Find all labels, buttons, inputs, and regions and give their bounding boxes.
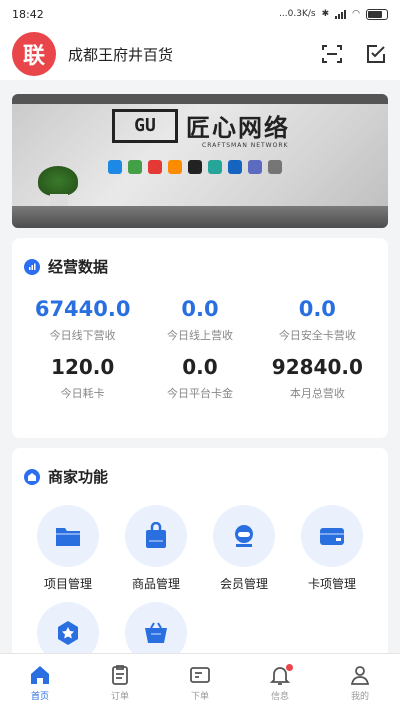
banner-floor	[12, 206, 388, 228]
app-header: 联 成都王府井百货	[0, 28, 400, 80]
tab-profile[interactable]: 我的	[320, 654, 400, 711]
stat-value: 0.0	[298, 297, 336, 321]
tab-label: 下单	[190, 691, 209, 702]
member-icon	[213, 505, 275, 567]
wifi-icon: ◠	[352, 9, 360, 19]
stat-value: 67440.0	[34, 297, 131, 321]
tab-orders[interactable]: 订单	[80, 654, 160, 711]
tab-home[interactable]: 首页	[0, 654, 80, 711]
banner-title: 匠心网络	[186, 114, 290, 142]
func-card-management[interactable]: 卡项管理	[288, 505, 376, 592]
func-member-management[interactable]: 会员管理	[200, 505, 288, 592]
stat-label: 今日线上营收	[166, 329, 233, 342]
bottom-tabbar: 首页 订单 下单 信息 我的	[0, 653, 400, 711]
status-bar: 18:42 ...0.3K/s ✱ ◠	[0, 0, 400, 28]
business-data-title: 经营数据	[24, 256, 376, 277]
func-label: 商品管理	[131, 577, 180, 591]
banner-partner-icons	[108, 160, 282, 174]
tab-place-order[interactable]: 下单	[160, 654, 240, 711]
stat-value: 120.0	[51, 355, 115, 379]
banner-ceiling	[12, 94, 388, 104]
banner-plant	[38, 166, 78, 196]
stat-label: 今日线下营收	[49, 329, 116, 342]
signal-icon	[335, 9, 347, 19]
stat-value: 0.0	[182, 355, 218, 379]
business-data-title-text: 经营数据	[48, 258, 109, 276]
tab-label: 首页	[30, 691, 49, 702]
stat-value: 92840.0	[271, 355, 363, 379]
store-logo[interactable]: 联	[12, 32, 56, 76]
wallet-card-icon	[301, 505, 363, 567]
tab-messages[interactable]: 信息	[240, 654, 320, 711]
promo-banner[interactable]: GU 匠心网络 CRAFTSMAN NETWORK	[12, 94, 388, 228]
order-clipboard-icon	[112, 664, 128, 685]
scan-icon[interactable]	[320, 42, 344, 66]
stat-item[interactable]: 0.0 今日线上营收	[141, 297, 258, 343]
stat-label: 今日平台卡金	[166, 387, 233, 400]
status-indicators: ...0.3K/s ✱ ◠	[279, 8, 388, 20]
tab-label: 订单	[110, 691, 129, 702]
merchant-functions-card: 商家功能 项目管理 商品管理 会员管理 卡项管理	[12, 448, 388, 688]
status-time: 18:42	[12, 7, 44, 21]
tab-label: 信息	[270, 691, 289, 702]
stat-item[interactable]: 67440.0 今日线下营收	[24, 297, 141, 343]
stat-value: 0.0	[181, 297, 219, 321]
stat-item[interactable]: 0.0 今日平台卡金	[141, 355, 258, 401]
func-label: 卡项管理	[307, 577, 356, 591]
store-name[interactable]: 成都王府井百货	[68, 44, 300, 65]
business-data-card: 经营数据 67440.0 今日线下营收 0.0 今日线上营收 0.0 今日安全卡…	[12, 238, 388, 438]
stat-label: 今日安全卡营收	[278, 329, 356, 342]
stat-item[interactable]: 0.0 今日安全卡营收	[259, 297, 376, 343]
merchant-functions-title: 商家功能	[24, 466, 376, 487]
stat-item[interactable]: 120.0 今日耗卡	[24, 355, 141, 401]
user-icon	[350, 665, 370, 685]
battery-icon	[366, 8, 388, 20]
stat-label: 本月总营收	[289, 387, 345, 400]
notification-dot	[285, 664, 293, 671]
stat-label: 今日耗卡	[60, 387, 105, 400]
place-order-icon	[190, 666, 210, 683]
func-label: 会员管理	[219, 577, 268, 591]
bluetooth-icon: ✱	[321, 9, 330, 19]
edit-checklist-icon[interactable]	[364, 42, 388, 66]
banner-subtitle: CRAFTSMAN NETWORK	[202, 142, 289, 149]
func-product-management[interactable]: 商品管理	[112, 505, 200, 592]
business-stats-grid: 67440.0 今日线下营收 0.0 今日线上营收 0.0 今日安全卡营收 12…	[24, 297, 376, 401]
stat-item[interactable]: 92840.0 本月总营收	[259, 355, 376, 401]
shop-icon	[24, 468, 40, 485]
tab-label: 我的	[350, 691, 369, 702]
banner-logo-box: GU	[112, 108, 178, 143]
network-speed: ...0.3K/s	[279, 9, 316, 19]
merchant-functions-title-text: 商家功能	[48, 468, 109, 486]
home-icon	[31, 665, 49, 684]
func-label: 项目管理	[43, 577, 92, 591]
banner-sign: GU 匠心网络	[112, 108, 290, 143]
shopping-bag-icon	[125, 505, 187, 567]
folder-icon	[37, 505, 99, 567]
func-project-management[interactable]: 项目管理	[24, 505, 112, 592]
chart-icon	[24, 258, 40, 275]
functions-grid: 项目管理 商品管理 会员管理 卡项管理	[24, 505, 376, 672]
